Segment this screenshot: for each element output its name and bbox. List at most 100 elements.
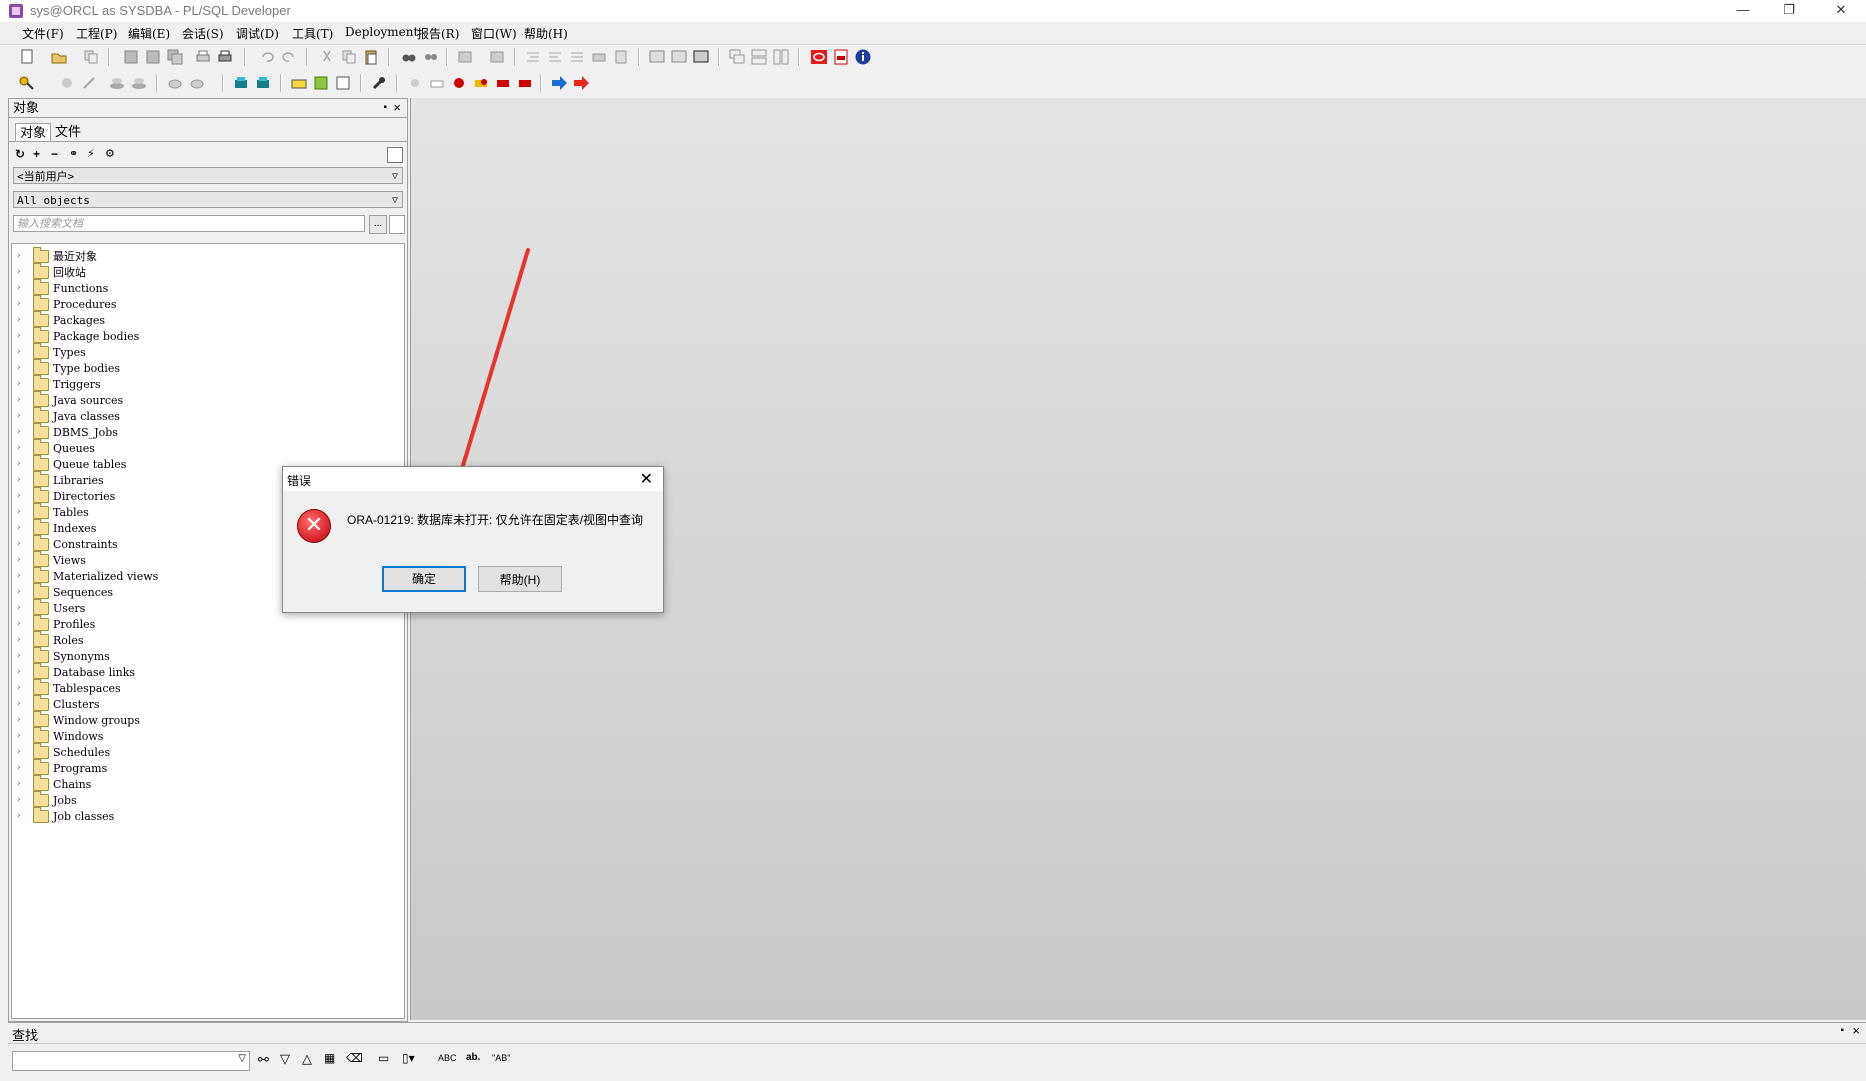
- tree-item[interactable]: › Job classes: [12, 806, 114, 824]
- menu-session[interactable]: 会话(S): [182, 25, 224, 42]
- refresh-icon[interactable]: ↻: [15, 147, 25, 161]
- logon-key-icon[interactable]: [18, 74, 36, 92]
- new-icon[interactable]: [18, 48, 36, 66]
- menu-debug[interactable]: 调试(D): [236, 25, 279, 42]
- menu-report[interactable]: 报告(R): [417, 25, 459, 42]
- filter-icon[interactable]: ⚡: [87, 147, 95, 160]
- beautifier-icon[interactable]: [290, 74, 308, 92]
- select-icon[interactable]: ▭: [378, 1051, 389, 1065]
- expand-chevron-icon[interactable]: ›: [17, 475, 27, 485]
- expand-chevron-icon[interactable]: ›: [17, 283, 27, 293]
- tree-item[interactable]: › Types: [12, 342, 86, 360]
- command-window-icon[interactable]: [692, 48, 710, 66]
- search-doc-icon[interactable]: [389, 215, 405, 234]
- tree-item[interactable]: › 最近对象: [12, 246, 97, 264]
- fetch-icon[interactable]: [188, 74, 206, 92]
- tree-item[interactable]: › Views: [12, 550, 86, 568]
- filter-combo[interactable]: All objects ▽: [13, 191, 403, 208]
- replace-icon[interactable]: [422, 48, 440, 66]
- tree-item[interactable]: › Type bodies: [12, 358, 120, 376]
- menu-project[interactable]: 工程(P): [76, 25, 117, 42]
- user-combo[interactable]: <当前用户> ▽: [13, 167, 403, 184]
- tree-item[interactable]: › Packages: [12, 310, 105, 328]
- restore-button[interactable]: ❐: [1766, 0, 1812, 22]
- expand-chevron-icon[interactable]: ›: [17, 731, 27, 741]
- menu-help[interactable]: 帮助(H): [524, 25, 568, 42]
- expand-chevron-icon[interactable]: ›: [17, 539, 27, 549]
- tree-item[interactable]: › Users: [12, 598, 85, 616]
- dialog-close-icon[interactable]: ✕: [640, 469, 653, 489]
- panel-close-icon[interactable]: ×: [393, 99, 401, 117]
- search-browse-button[interactable]: ...: [369, 215, 387, 234]
- close-button[interactable]: ✕: [1818, 0, 1864, 22]
- cascade-icon[interactable]: [728, 48, 746, 66]
- step-over-icon[interactable]: [494, 74, 512, 92]
- search-input[interactable]: 输入搜索文档: [13, 215, 365, 232]
- rollback-icon[interactable]: [130, 74, 148, 92]
- tree-item[interactable]: › DBMS_Jobs: [12, 422, 118, 440]
- save-icon[interactable]: [122, 48, 140, 66]
- menu-deployment[interactable]: Deployment: [345, 25, 418, 39]
- expand-chevron-icon[interactable]: ›: [17, 683, 27, 693]
- tree-item[interactable]: › Java sources: [12, 390, 123, 408]
- eraser-icon[interactable]: [428, 74, 446, 92]
- expand-chevron-icon[interactable]: ›: [17, 603, 27, 613]
- expand-chevron-icon[interactable]: ›: [17, 715, 27, 725]
- expand-chevron-icon[interactable]: ›: [17, 667, 27, 677]
- expand-chevron-icon[interactable]: ›: [17, 299, 27, 309]
- ok-button[interactable]: 确定: [382, 566, 466, 592]
- tree-item[interactable]: › Tablespaces: [12, 678, 121, 696]
- tree-item[interactable]: › Sequences: [12, 582, 113, 600]
- recompile-icon[interactable]: [254, 74, 272, 92]
- find-previous-icon[interactable]: △: [302, 1051, 312, 1067]
- find-object-icon[interactable]: ⚭: [69, 147, 78, 160]
- tree-item[interactable]: › Window groups: [12, 710, 140, 728]
- preferences-wrench-icon[interactable]: [370, 74, 388, 92]
- match-case-button[interactable]: ABC: [438, 1053, 457, 1063]
- sql-window-icon[interactable]: [648, 48, 666, 66]
- window-list-icon[interactable]: [612, 48, 630, 66]
- find-close-icon[interactable]: ×: [1852, 1023, 1860, 1038]
- expand-chevron-icon[interactable]: ›: [17, 619, 27, 629]
- expand-chevron-icon[interactable]: ›: [17, 571, 27, 581]
- report-icon[interactable]: [312, 74, 330, 92]
- breakpoint-icon[interactable]: [406, 74, 424, 92]
- tree-item[interactable]: › Triggers: [12, 374, 101, 392]
- copy-text-icon[interactable]: [340, 48, 358, 66]
- copy-icon[interactable]: [82, 48, 100, 66]
- tree-item[interactable]: › Libraries: [12, 470, 104, 488]
- expand-chevron-icon[interactable]: ›: [17, 459, 27, 469]
- tree-item[interactable]: › Schedules: [12, 742, 110, 760]
- tree-item[interactable]: › Chains: [12, 774, 91, 792]
- regex-button[interactable]: "AB": [492, 1053, 510, 1063]
- expand-chevron-icon[interactable]: ›: [17, 699, 27, 709]
- save-all-icon[interactable]: [166, 48, 184, 66]
- whole-word-icon[interactable]: ab.: [466, 1052, 480, 1063]
- expand-chevron-icon[interactable]: ›: [17, 779, 27, 789]
- expand-chevron-icon[interactable]: ›: [17, 555, 27, 565]
- tree-item[interactable]: › Profiles: [12, 614, 95, 632]
- expand-chevron-icon[interactable]: ›: [17, 427, 27, 437]
- tree-item[interactable]: › Queue tables: [12, 454, 126, 472]
- open-icon[interactable]: [50, 48, 68, 66]
- step-out-icon[interactable]: [516, 74, 534, 92]
- expand-chevron-icon[interactable]: ›: [17, 811, 27, 821]
- undo-icon[interactable]: [258, 48, 276, 66]
- disconnect-icon[interactable]: [80, 74, 98, 92]
- expand-chevron-icon[interactable]: ›: [17, 411, 27, 421]
- pdf-icon[interactable]: [832, 48, 850, 66]
- tree-item[interactable]: › Java classes: [12, 406, 120, 424]
- expand-chevron-icon[interactable]: ›: [17, 523, 27, 533]
- expand-chevron-icon[interactable]: ›: [17, 795, 27, 805]
- pin-icon[interactable]: ▪: [383, 99, 387, 117]
- run-debug-icon[interactable]: [450, 74, 468, 92]
- expand-chevron-icon[interactable]: ›: [17, 379, 27, 389]
- expand-chevron-icon[interactable]: ›: [17, 587, 27, 597]
- comment-icon[interactable]: [568, 48, 586, 66]
- find-next-icon[interactable]: ▽: [280, 1051, 290, 1067]
- export-icon[interactable]: [334, 74, 352, 92]
- tree-item[interactable]: › Indexes: [12, 518, 96, 536]
- test-window-icon[interactable]: [670, 48, 688, 66]
- menu-tools[interactable]: 工具(T): [292, 25, 333, 42]
- expand-chevron-icon[interactable]: ›: [17, 507, 27, 517]
